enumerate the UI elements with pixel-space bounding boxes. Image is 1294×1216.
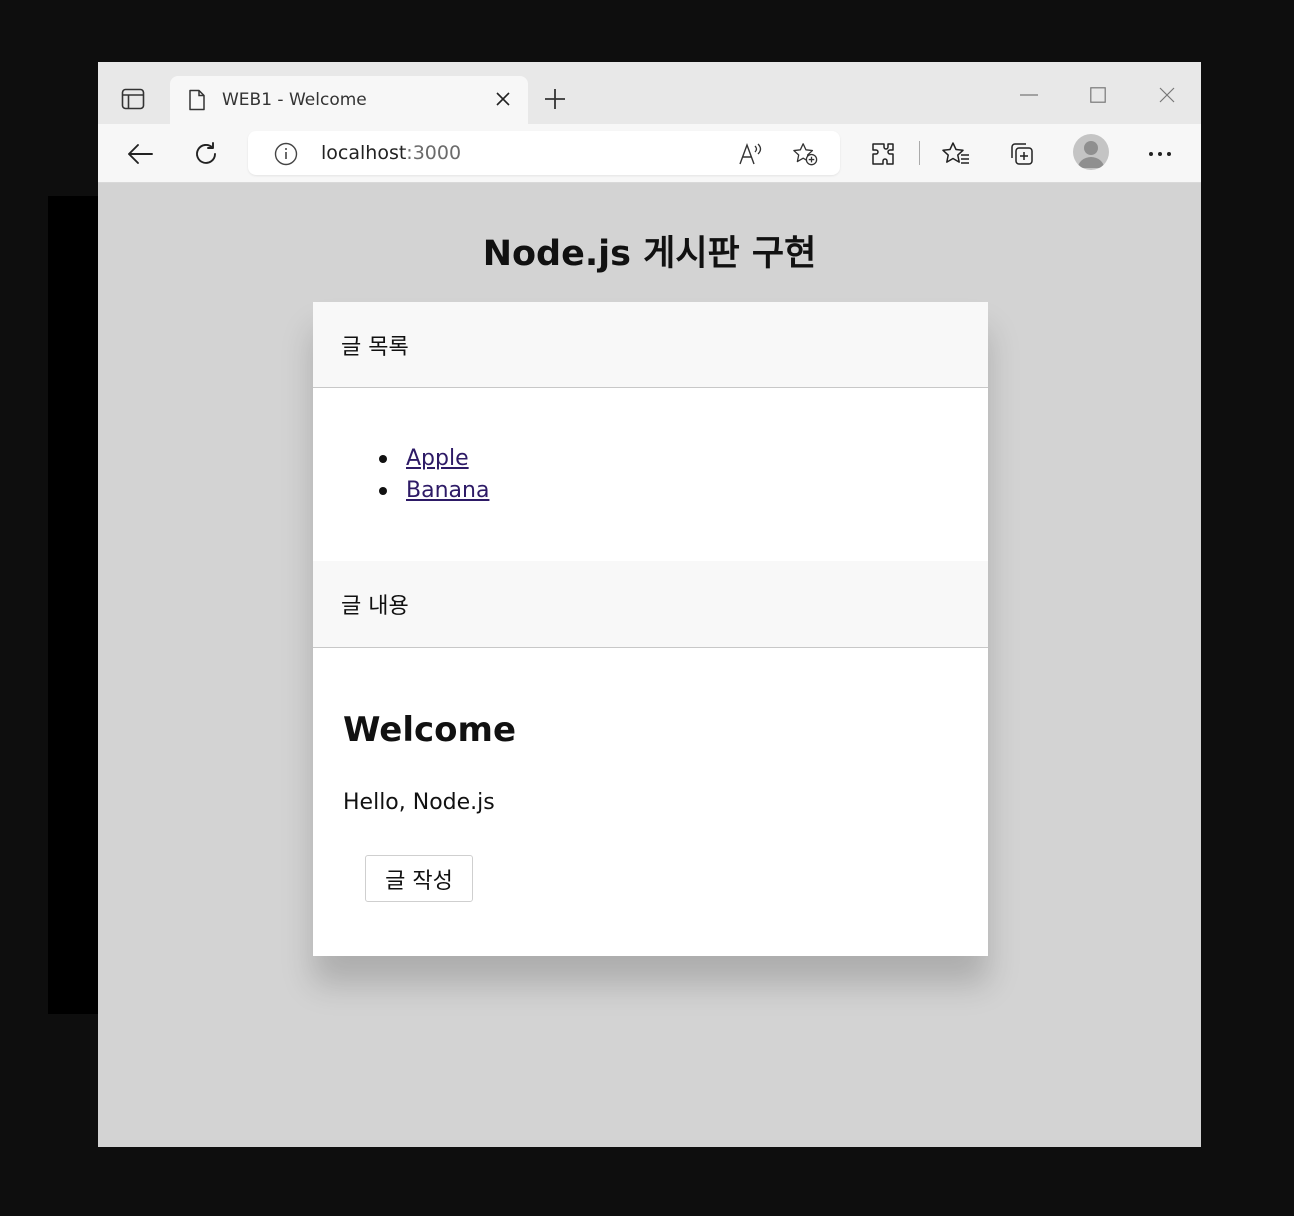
url-port: :3000 (406, 142, 462, 164)
minimize-icon[interactable] (1011, 80, 1047, 110)
back-arrow-icon[interactable] (122, 136, 158, 172)
url-text: localhost:3000 (321, 142, 461, 164)
page-icon (188, 89, 206, 111)
url-host: localhost (321, 142, 407, 164)
refresh-icon[interactable] (188, 136, 224, 172)
post-title: Welcome (343, 710, 517, 750)
background-shadow (48, 196, 98, 1014)
bullet-icon (379, 455, 387, 463)
bullet-icon (379, 487, 387, 495)
write-post-button[interactable]: 글 작성 (365, 855, 473, 902)
post-body: Hello, Node.js (343, 790, 495, 815)
window-close-icon[interactable] (1149, 80, 1185, 110)
page-viewport: Node.js 게시판 구현 글 목록 Apple Banana 글 내용 We… (98, 183, 1201, 1147)
board-card: 글 목록 Apple Banana 글 내용 Welcome Hello, No… (313, 302, 988, 956)
post-link-apple[interactable]: Apple (406, 443, 469, 475)
tab-strip: WEB1 - Welcome (98, 62, 1201, 124)
maximize-icon[interactable] (1080, 80, 1116, 110)
tab-active[interactable]: WEB1 - Welcome (170, 76, 528, 124)
collections-icon[interactable] (1004, 136, 1040, 172)
tab-title: WEB1 - Welcome (222, 90, 367, 110)
address-bar[interactable]: localhost:3000 (248, 131, 840, 175)
post-link-banana[interactable]: Banana (406, 475, 489, 507)
page-title: Node.js 게시판 구현 (482, 234, 817, 274)
add-favorite-icon[interactable] (792, 141, 818, 167)
read-aloud-icon[interactable] (738, 141, 764, 167)
favorites-icon[interactable] (938, 136, 974, 172)
tab-actions-icon[interactable] (114, 82, 152, 116)
close-tab-icon[interactable] (492, 88, 514, 110)
list-item: Banana (375, 475, 489, 507)
site-info-icon[interactable] (274, 142, 298, 166)
post-list: Apple Banana (313, 388, 988, 561)
content-section-header: 글 내용 (313, 561, 988, 648)
browser-toolbar: localhost:3000 (98, 124, 1201, 183)
browser-window: WEB1 - Welcome localhost:3000 Node.js 게시… (98, 62, 1201, 1147)
list-section-header: 글 목록 (313, 302, 988, 388)
post-content: Welcome Hello, Node.js 글 작성 (313, 648, 988, 955)
new-tab-icon[interactable] (540, 84, 570, 114)
more-menu-icon[interactable] (1142, 136, 1178, 172)
toolbar-divider (919, 141, 920, 165)
extensions-icon[interactable] (865, 136, 901, 172)
list-item: Apple (375, 443, 489, 475)
profile-avatar[interactable] (1073, 134, 1109, 170)
